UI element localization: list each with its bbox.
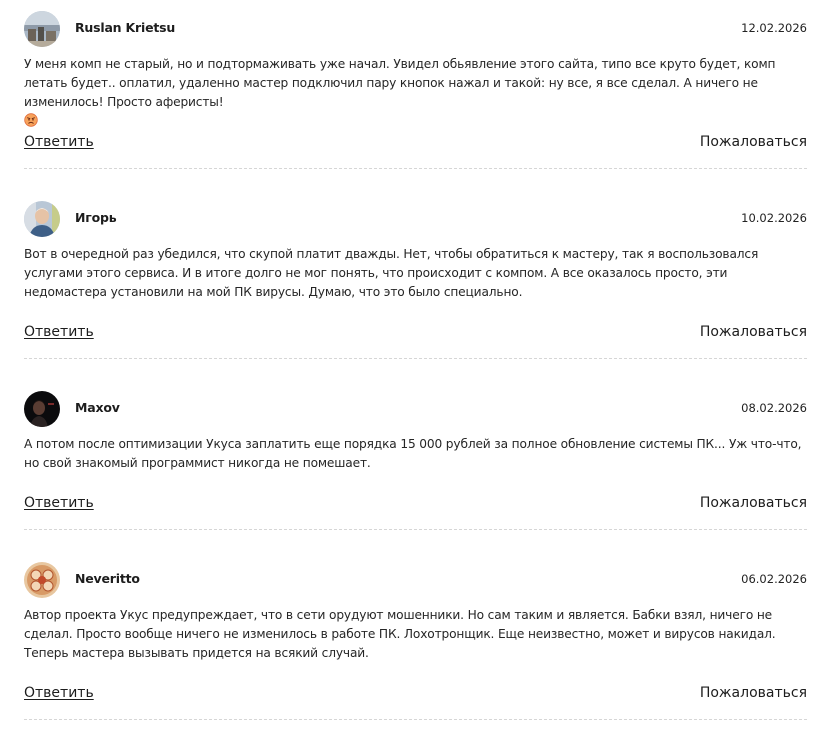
review-date: 10.02.2026 [741,211,807,225]
divider [24,358,807,359]
angry-face-emoji-icon [24,113,38,133]
avatar[interactable] [24,391,60,427]
review-header: Neveritto 06.02.2026 [24,562,807,598]
review-header: Игорь 10.02.2026 [24,201,807,237]
review-date: 06.02.2026 [741,572,807,586]
reply-link[interactable]: Ответить [24,134,94,150]
review-header: Maxov 08.02.2026 [24,391,807,427]
review-text-content: Вот в очередной раз убедился, что скупой… [24,247,759,299]
review-text-content: У меня комп не старый, но и подтормажива… [24,57,776,109]
divider [24,168,807,169]
report-link[interactable]: Пожаловаться [700,495,807,511]
author-name[interactable]: Игорь [75,210,117,225]
review-actions: Ответить Пожаловаться [24,685,807,707]
review-text: У меня комп не старый, но и подтормажива… [24,55,807,133]
review-date: 12.02.2026 [741,21,807,35]
review-actions: Ответить Пожаловаться [24,324,807,346]
review-text-content: Автор проекта Укус предупреждает, что в … [24,608,776,660]
review-date: 08.02.2026 [741,401,807,415]
author-name[interactable]: Ruslan Krietsu [75,20,175,35]
avatar-photo-icon [24,201,60,237]
review-text: Вот в очередной раз убедился, что скупой… [24,245,807,302]
review-item: Игорь 10.02.2026 Вот в очередной раз убе… [24,201,807,391]
reply-link[interactable]: Ответить [24,685,94,701]
review-actions: Ответить Пожаловаться [24,134,807,156]
report-link[interactable]: Пожаловаться [700,685,807,701]
reviews-list: Ruslan Krietsu 12.02.2026 У меня комп не… [0,0,817,724]
avatar[interactable] [24,201,60,237]
avatar[interactable] [24,11,60,47]
review-text-content: А потом после оптимизации Укуса заплатит… [24,437,802,470]
report-link[interactable]: Пожаловаться [700,324,807,340]
author-name[interactable]: Maxov [75,400,120,415]
report-link[interactable]: Пожаловаться [700,134,807,150]
review-item: Maxov 08.02.2026 А потом после оптимизац… [24,391,807,581]
divider [24,719,807,720]
divider [24,529,807,530]
review-text: А потом после оптимизации Укуса заплатит… [24,435,807,473]
author-name[interactable]: Neveritto [75,571,140,586]
avatar-photo-icon [24,391,60,427]
reply-link[interactable]: Ответить [24,324,94,340]
review-actions: Ответить Пожаловаться [24,495,807,517]
review-text: Автор проекта Укус предупреждает, что в … [24,606,807,663]
review-header: Ruslan Krietsu 12.02.2026 [24,11,807,47]
avatar-photo-icon [24,562,60,598]
avatar-photo-icon [24,11,60,47]
review-item: Ruslan Krietsu 12.02.2026 У меня комп не… [24,11,807,201]
reply-link[interactable]: Ответить [24,495,94,511]
avatar[interactable] [24,562,60,598]
